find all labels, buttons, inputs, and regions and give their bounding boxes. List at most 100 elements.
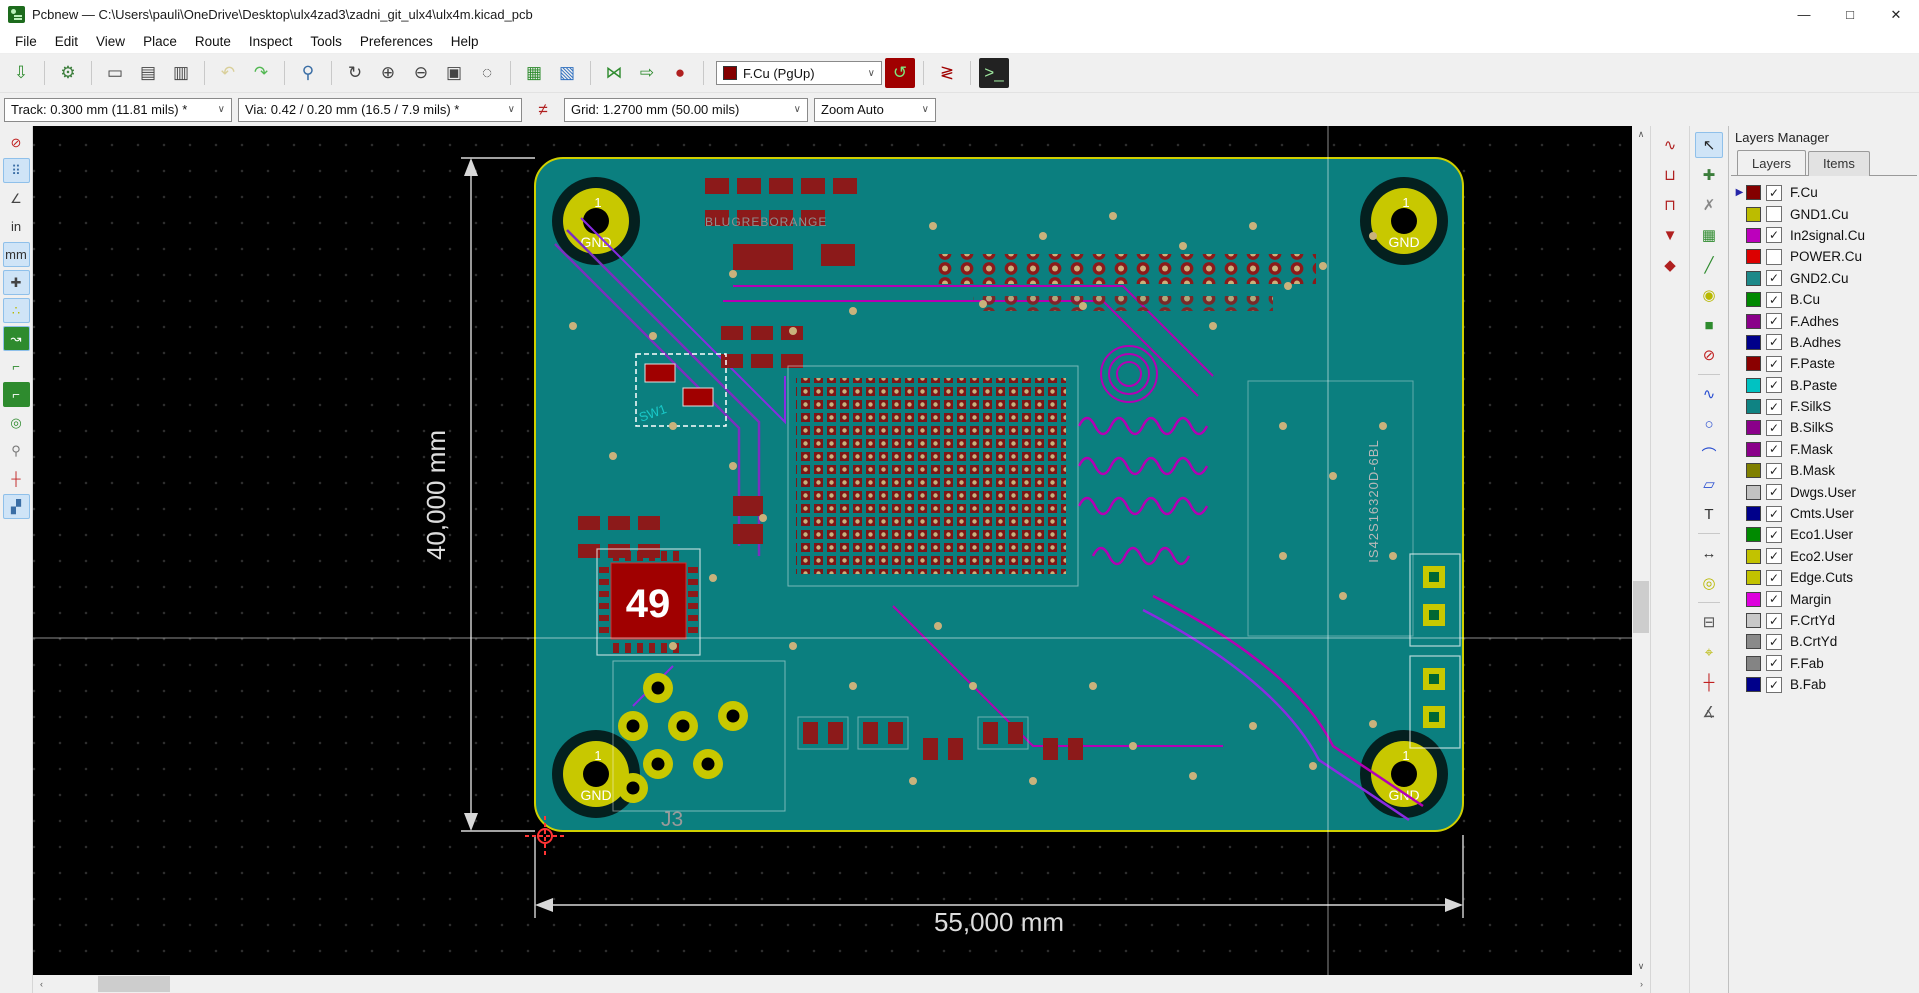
layer-visibility-checkbox[interactable]: ✓	[1766, 484, 1782, 500]
curved-ratsnest-icon[interactable]: ↝	[3, 326, 30, 351]
menu-item[interactable]: Tools	[301, 31, 351, 52]
pad-display-mode-icon[interactable]: ⚲	[3, 438, 30, 463]
layer-visibility-checkbox[interactable]: ✓	[1766, 463, 1782, 479]
add-polygon-icon[interactable]: ▱	[1695, 471, 1723, 497]
layer-row[interactable]: ▶ ✓ F.Paste	[1731, 353, 1919, 374]
page-settings-icon[interactable]: ▭	[100, 58, 130, 88]
layer-color-swatch[interactable]	[1746, 314, 1761, 329]
layer-visibility-checkbox[interactable]: ✓	[1766, 591, 1782, 607]
add-zone-icon[interactable]: ■	[1695, 312, 1723, 338]
layer-row[interactable]: ▶ ✓ F.Adhes	[1731, 310, 1919, 331]
layer-row[interactable]: ▶ ✓ F.Fab	[1731, 653, 1919, 674]
route-tracks-icon[interactable]: ╱	[1695, 252, 1723, 278]
layer-color-swatch[interactable]	[1746, 527, 1761, 542]
local-ratsnest-icon[interactable]: ✗	[1695, 192, 1723, 218]
layer-color-swatch[interactable]	[1746, 271, 1761, 286]
ratsnest-visibility-icon[interactable]: ∴	[3, 298, 30, 323]
layer-color-swatch[interactable]	[1746, 613, 1761, 628]
layer-color-swatch[interactable]	[1746, 207, 1761, 222]
microwave-stub-arc-icon[interactable]: ▼	[1656, 222, 1684, 248]
polar-coords-icon[interactable]: ∠	[3, 186, 30, 211]
vias-sketch-icon[interactable]: ◎	[3, 410, 30, 435]
add-line-icon[interactable]: ∿	[1695, 381, 1723, 407]
layer-visibility-checkbox[interactable]: ✓	[1766, 399, 1782, 415]
zoom-out-icon[interactable]: ⊖	[406, 58, 436, 88]
menu-item[interactable]: Route	[186, 31, 240, 52]
layer-visibility-checkbox[interactable]: ✓	[1766, 185, 1782, 201]
layer-row[interactable]: ▶ ✓ B.Paste	[1731, 375, 1919, 396]
scripting-console-icon[interactable]: >_	[979, 58, 1009, 88]
layer-row[interactable]: ▶ ✓ F.CrtYd	[1731, 610, 1919, 631]
layer-visibility-checkbox[interactable]: ✓	[1766, 377, 1782, 393]
layer-color-swatch[interactable]	[1746, 463, 1761, 478]
menu-item[interactable]: Preferences	[351, 31, 442, 52]
pcb-canvas[interactable]: 1 GND 1 GND 1 GND 1 GND	[33, 126, 1632, 975]
delete-tool-icon[interactable]: ⊟	[1695, 609, 1723, 635]
microwave-line-icon[interactable]: ∿	[1656, 132, 1684, 158]
layer-visibility-checkbox[interactable]: ✓	[1766, 227, 1782, 243]
pads-sketch-icon[interactable]: ⌐	[3, 382, 30, 407]
drc-off-icon[interactable]: ⊘	[3, 130, 30, 155]
layer-color-swatch[interactable]	[1746, 378, 1761, 393]
cursor-shape-icon[interactable]: ✚	[3, 270, 30, 295]
interactive-router-settings-icon[interactable]: ≷	[932, 58, 962, 88]
maximize-button[interactable]: □	[1827, 0, 1873, 29]
auto-track-width-icon[interactable]: ≠	[528, 95, 558, 125]
tracks-sketch-icon[interactable]: ⌐	[3, 354, 30, 379]
horizontal-scrollbar[interactable]: ‹ ›	[33, 975, 1650, 993]
menu-item[interactable]: File	[6, 31, 46, 52]
add-circle-icon[interactable]: ○	[1695, 411, 1723, 437]
add-arc-icon[interactable]: ⌒	[1695, 441, 1723, 467]
add-via-icon[interactable]: ◉	[1695, 282, 1723, 308]
layer-row[interactable]: ▶ ✓ B.Adhes	[1731, 332, 1919, 353]
layer-visibility-checkbox[interactable]: ✓	[1766, 334, 1782, 350]
track-display-mode-icon[interactable]: ┼	[3, 466, 30, 491]
high-contrast-icon[interactable]: ▞	[3, 494, 30, 519]
print-icon[interactable]: ▤	[133, 58, 163, 88]
layer-color-swatch[interactable]	[1746, 592, 1761, 607]
layer-visibility-checkbox[interactable]: ✓	[1766, 313, 1782, 329]
layer-color-swatch[interactable]	[1746, 292, 1761, 307]
layer-color-swatch[interactable]	[1746, 356, 1761, 371]
layer-row[interactable]: ▶ ✓ Cmts.User	[1731, 503, 1919, 524]
horizontal-scroll-thumb[interactable]	[98, 976, 170, 992]
menu-item[interactable]: Help	[442, 31, 488, 52]
add-footprint-icon[interactable]: ▦	[1695, 222, 1723, 248]
track-width-selector[interactable]: Track: 0.300 mm (11.81 mils) * ∨	[4, 98, 232, 122]
vertical-scroll-thumb[interactable]	[1633, 581, 1649, 633]
update-pcb-from-schematic-icon[interactable]: ⇨	[632, 58, 662, 88]
layer-color-swatch[interactable]	[1746, 549, 1761, 564]
layer-color-swatch[interactable]	[1746, 656, 1761, 671]
zoom-redraw-icon[interactable]: ↻	[340, 58, 370, 88]
menu-item[interactable]: Place	[134, 31, 186, 52]
layer-visibility-checkbox[interactable]: ✓	[1766, 634, 1782, 650]
scroll-up-arrow[interactable]: ∧	[1632, 126, 1650, 143]
find-icon[interactable]: ⚲	[293, 58, 323, 88]
vertical-scrollbar[interactable]: ∧ ∨	[1632, 126, 1650, 975]
layer-row[interactable]: ▶ ✓ F.Cu	[1731, 182, 1919, 203]
layer-color-swatch[interactable]	[1746, 506, 1761, 521]
microwave-shape-icon[interactable]: ◆	[1656, 252, 1684, 278]
drill-place-origin-icon[interactable]: ⌖	[1695, 639, 1723, 665]
add-keepout-icon[interactable]: ⊘	[1695, 342, 1723, 368]
zoom-in-icon[interactable]: ⊕	[373, 58, 403, 88]
measure-icon[interactable]: ∡	[1695, 699, 1723, 725]
scroll-right-arrow[interactable]: ›	[1633, 975, 1650, 993]
add-dimension-icon[interactable]: ↔	[1695, 540, 1723, 566]
layer-visibility-checkbox[interactable]: ✓	[1766, 420, 1782, 436]
layer-row[interactable]: ▶ ✓ B.Cu	[1731, 289, 1919, 310]
layer-color-swatch[interactable]	[1746, 399, 1761, 414]
layer-color-swatch[interactable]	[1746, 634, 1761, 649]
layer-visibility-checkbox[interactable]	[1766, 206, 1782, 222]
redo-icon[interactable]: ↷	[246, 58, 276, 88]
layer-color-swatch[interactable]	[1746, 185, 1761, 200]
microwave-gap-icon[interactable]: ⊔	[1656, 162, 1684, 188]
tab-layers[interactable]: Layers	[1737, 150, 1806, 175]
footprint-viewer-icon[interactable]: ▧	[552, 58, 582, 88]
highlight-net-icon[interactable]: ✚	[1695, 162, 1723, 188]
layer-visibility-checkbox[interactable]: ✓	[1766, 356, 1782, 372]
layer-row[interactable]: ▶ ✓ F.SilkS	[1731, 396, 1919, 417]
layer-visibility-checkbox[interactable]: ✓	[1766, 613, 1782, 629]
layer-color-swatch[interactable]	[1746, 335, 1761, 350]
layer-row[interactable]: ▶ ✓ F.Mask	[1731, 439, 1919, 460]
